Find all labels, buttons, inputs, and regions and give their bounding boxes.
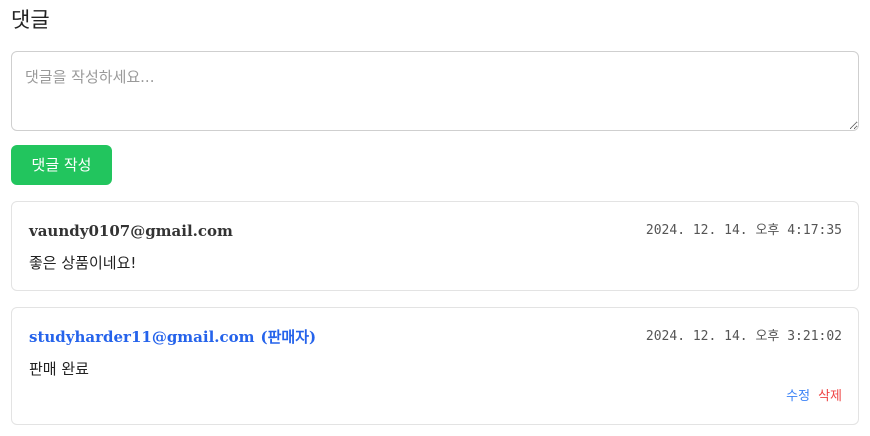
submit-comment-button[interactable]: 댓글 작성	[11, 145, 112, 185]
comment-content: 좋은 상품이네요!	[29, 254, 137, 272]
comment-content: 판매 완료	[29, 360, 89, 378]
comments-heading: 댓글	[11, 8, 50, 32]
comments-section: 댓글 댓글 작성 vaundy0107@gmail.com 2024. 12. …	[0, 0, 870, 436]
comment-actions: 수정 삭제	[786, 388, 842, 406]
comment-textarea[interactable]	[11, 51, 859, 131]
comment-author-email: vaundy0107@gmail.com	[29, 222, 233, 240]
comment-author: vaundy0107@gmail.com	[29, 221, 233, 241]
comment-timestamp: 2024. 12. 14. 오후 3:21:02	[645, 329, 842, 344]
comment-card: studyharder11@gmail.com (판매자) 2024. 12. 1…	[11, 307, 859, 425]
comment-author: studyharder11@gmail.com (판매자)	[29, 327, 316, 347]
comment-timestamp: 2024. 12. 14. 오후 4:17:35	[645, 223, 842, 238]
edit-comment-link[interactable]: 수정	[786, 389, 810, 404]
comment-author-email: studyharder11@gmail.com	[29, 328, 255, 346]
delete-comment-link[interactable]: 삭제	[818, 389, 842, 404]
comment-card: vaundy0107@gmail.com 2024. 12. 14. 오후 4:…	[11, 201, 859, 291]
seller-badge: (판매자)	[260, 328, 317, 346]
